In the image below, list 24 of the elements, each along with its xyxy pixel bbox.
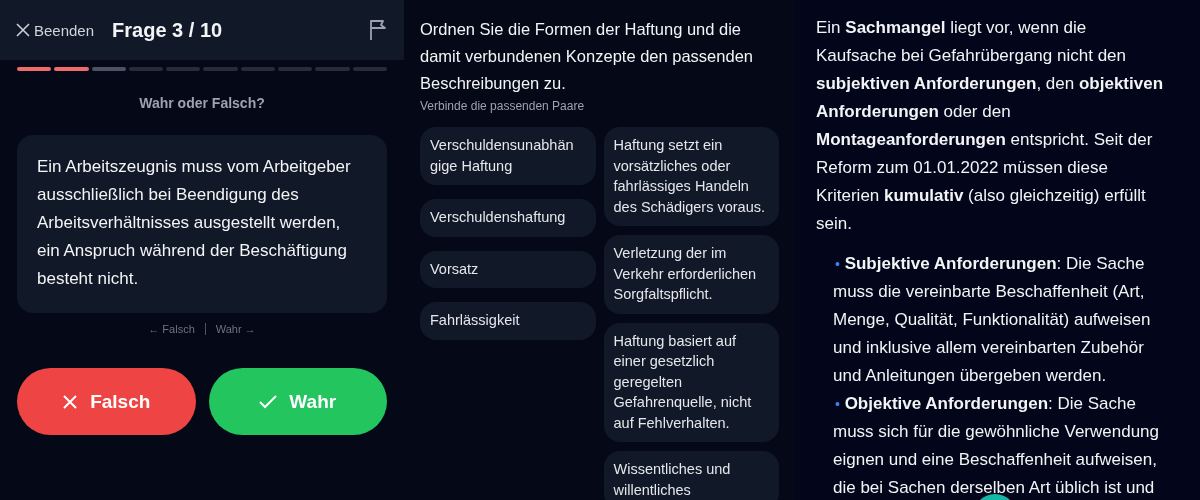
term-card[interactable]: Vorsatz — [420, 250, 596, 288]
description-card[interactable]: Haftung setzt ein vorsätzliches oder fahrlässiges Handeln des Schädigers voraus. — [603, 127, 779, 226]
bullet-text: • Objektive Anforderungen: Die Sache muss sich für die gewöhnliche Verwendung eignen und eine Beschaffenheit aufweisen, die bei Sachen derselben Art üblich ist und — [833, 393, 1161, 499]
explanation-text: Ein Sachmangel liegt vor, wenn die Kaufsache bei Gefahrübergang nicht den subjektiven Anforderungen, den objektiven Anforderungen oder den Montageanforderungen entspricht. Seit der Reform zum 01.01.2022 müssen diese Kriterien kumulativ (also gleichzeitig) erfüllt sein. — [816, 17, 1165, 235]
question-text: Ordnen Sie die Formen der Haftung und die damit verbundenen Konzepte den passenden Beschreibungen zu. — [420, 19, 754, 94]
statement-text: Ein Arbeitszeugnis muss vom Arbeitgeber ausschließlich bei Beendigung des Arbeitsverhältnisses ausgestellt werden, ein Anspruch während der Beschäftigung besteht nicht. — [37, 156, 352, 290]
swipe-hint: ← Falsch — [148, 323, 195, 335]
description-card[interactable]: Haftung basiert auf einer gesetzlich geregelten Gefahrenquelle, nicht auf Fehlverhalten. — [603, 322, 779, 442]
question-counter: Frage 3 / 10 — [112, 18, 223, 42]
check-icon — [259, 393, 278, 410]
term-card[interactable]: Verschuldenshaftung — [420, 199, 596, 237]
close-icon — [62, 393, 79, 410]
instruction-text: Verbinde die passenden Paare — [420, 99, 586, 113]
term-card[interactable]: Fahrlässigkeit — [420, 302, 596, 340]
flag-icon[interactable] — [368, 19, 388, 41]
bullet-text: • Subjektive Anforderungen: Die Sache muss die vereinbarte Beschaffenheit (Art, Menge, Qualität, Funktionalität) aufweisen und inklusive allem vereinbarten Zubehör und Anleitungen übergeben werden. — [833, 253, 1152, 387]
question-type: Wahr oder Falsch? — [138, 95, 266, 111]
description-card[interactable]: Wissentliches und willentliches — [603, 451, 779, 500]
term-card[interactable]: Verschuldensunabhän gige Haftung — [420, 127, 596, 185]
false-button[interactable]: Falsch — [17, 368, 196, 435]
close-button[interactable]: Beenden — [16, 21, 95, 39]
close-icon — [16, 23, 30, 37]
swipe-hint: Wahr → — [215, 323, 256, 335]
description-card[interactable]: Verletzung der im Verkehr erforderlichen Sorgfaltspflicht. — [603, 235, 779, 314]
